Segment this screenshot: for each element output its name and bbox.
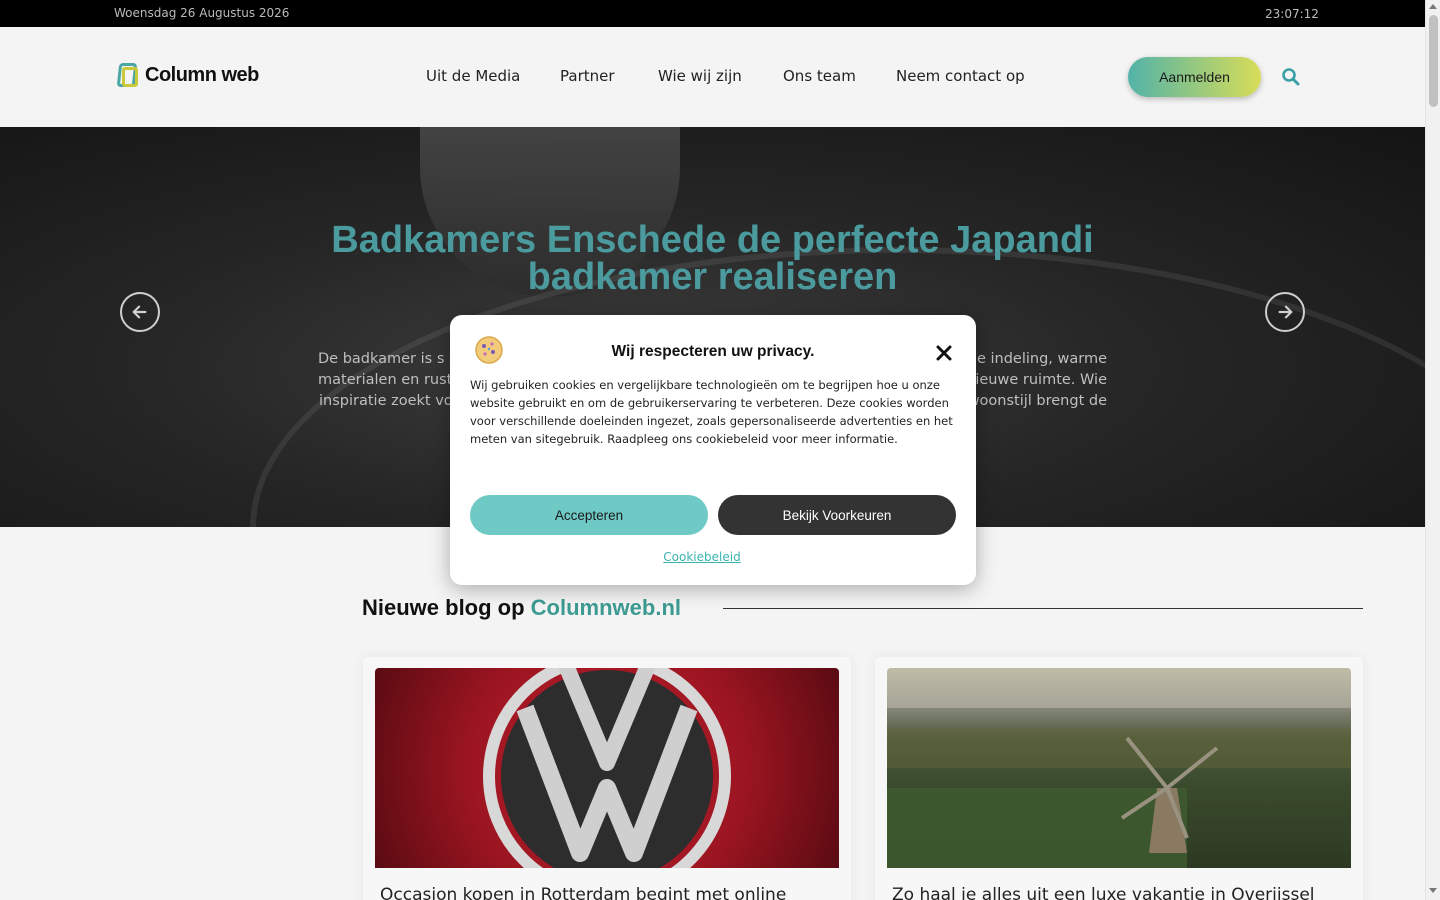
cookie-consent-dialog: Wij respecteren uw privacy. Wij gebruike…	[450, 315, 976, 585]
accept-cookies-button[interactable]: Accepteren	[470, 495, 708, 535]
cookie-dialog-body: Wij gebruiken cookies en vergelijkbare t…	[470, 378, 953, 446]
view-preferences-button[interactable]: Bekijk Voorkeuren	[718, 495, 956, 535]
close-icon[interactable]	[936, 345, 952, 361]
cookie-dialog-title: Wij respecteren uw privacy.	[611, 343, 815, 360]
cookie-policy-link[interactable]: Cookiebeleid	[450, 550, 954, 564]
page-scrollbar[interactable]	[1425, 0, 1440, 900]
scrollbar-thumb[interactable]	[1429, 15, 1438, 107]
scroll-down-icon[interactable]	[1429, 888, 1437, 893]
scroll-up-icon[interactable]	[1429, 4, 1437, 9]
